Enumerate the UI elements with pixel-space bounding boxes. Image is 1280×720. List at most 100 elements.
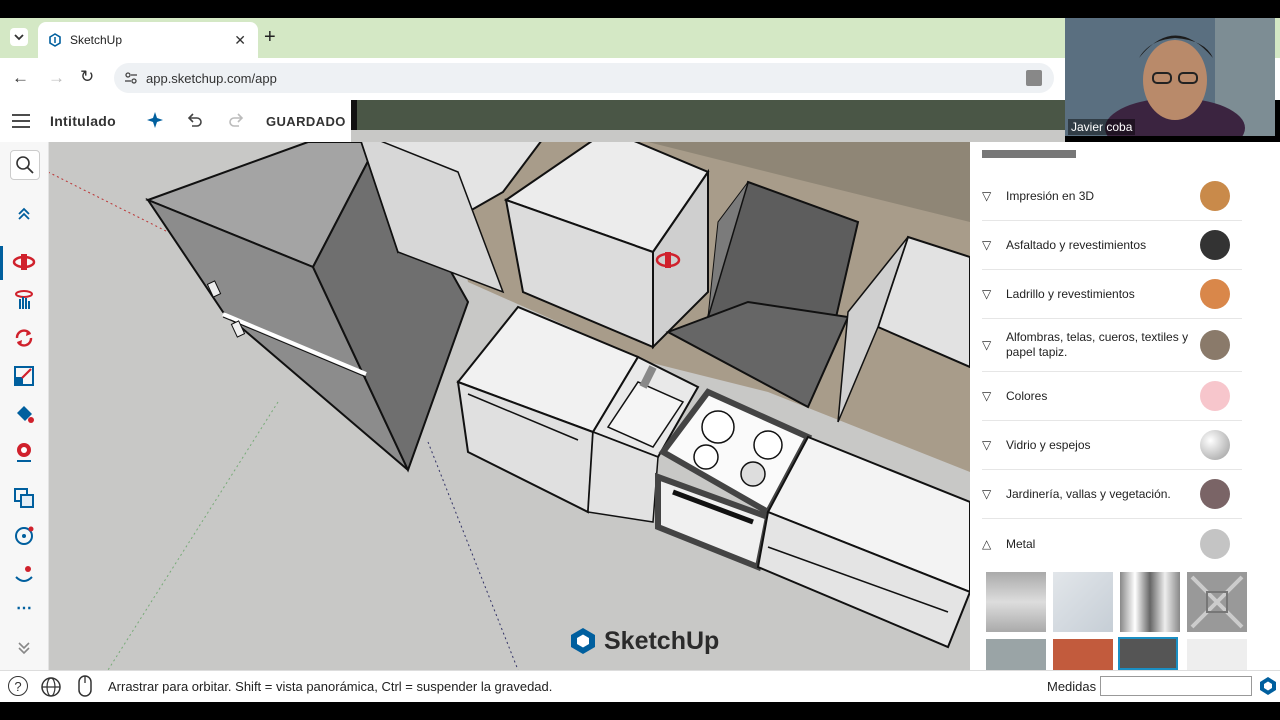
category-label: Asfaltado y revestimientos bbox=[1006, 237, 1147, 252]
sketchup-logo-icon bbox=[571, 628, 595, 654]
chevron-up-icon: △ bbox=[982, 537, 992, 551]
measurements-label: Medidas bbox=[1047, 679, 1097, 694]
search-icon bbox=[16, 156, 34, 174]
close-tab-icon[interactable]: ✕ bbox=[234, 32, 246, 49]
tab-sketchup[interactable]: SketchUp ✕ bbox=[38, 22, 258, 58]
material-category-brick[interactable]: ▽ Ladrillo y revestimientos bbox=[982, 270, 1242, 319]
chevron-down-icon: ▽ bbox=[982, 287, 992, 301]
category-swatch bbox=[1200, 181, 1230, 211]
category-swatch bbox=[1200, 279, 1230, 309]
sketchup-logo-icon bbox=[1258, 676, 1278, 701]
pan-hand-icon bbox=[15, 290, 33, 309]
more-tools-button[interactable]: ⋯ bbox=[10, 594, 38, 622]
status-bar: ? Arrastrar para orbitar. Shift = vista … bbox=[0, 670, 1280, 703]
chevron-up-icon bbox=[18, 207, 30, 220]
collapse-toolbar-button[interactable] bbox=[10, 200, 38, 228]
category-swatch bbox=[1200, 479, 1230, 509]
material-category-asphalt[interactable]: ▽ Asfaltado y revestimientos bbox=[982, 221, 1242, 270]
position-camera-tool-button[interactable] bbox=[10, 438, 38, 466]
paint-bucket-tool-button[interactable] bbox=[10, 400, 38, 428]
expand-toolbar-button[interactable] bbox=[10, 634, 38, 662]
url-text: app.sketchup.com/app bbox=[146, 70, 277, 86]
category-swatch bbox=[1200, 330, 1230, 360]
status-hint: Arrastrar para orbitar. Shift = vista pa… bbox=[108, 679, 553, 694]
chevron-down-icon: ▽ bbox=[982, 487, 992, 501]
components-tool-button[interactable] bbox=[10, 484, 38, 512]
material-thumbnail[interactable] bbox=[1187, 639, 1247, 670]
sparkle-ai-icon[interactable] bbox=[146, 111, 164, 134]
measurements-input[interactable] bbox=[1100, 676, 1252, 696]
material-category-landscaping[interactable]: ▽ Jardinería, vallas y vegetación. bbox=[982, 470, 1242, 519]
reload-icon[interactable]: ↻ bbox=[80, 67, 94, 87]
panel-scroll-tab[interactable] bbox=[982, 150, 1076, 158]
sketchup-favicon-icon bbox=[48, 33, 62, 47]
category-label: Ladrillo y revestimientos bbox=[1006, 286, 1135, 301]
rotate-tool-button[interactable] bbox=[10, 324, 38, 352]
help-icon[interactable]: ? bbox=[8, 676, 28, 696]
tab-search-button[interactable] bbox=[10, 28, 28, 46]
pan-tool-button[interactable] bbox=[10, 286, 38, 314]
omnibox[interactable]: app.sketchup.com/app bbox=[114, 63, 1054, 93]
category-swatch bbox=[1200, 381, 1230, 411]
category-swatch bbox=[1200, 430, 1230, 460]
undo-icon[interactable] bbox=[186, 111, 204, 134]
save-status: GUARDADO bbox=[266, 114, 346, 129]
mouse-icon[interactable] bbox=[77, 675, 93, 702]
category-swatch bbox=[1200, 230, 1230, 260]
category-label: Vidrio y espejos bbox=[1006, 437, 1091, 452]
kitchen-model-scene bbox=[48, 142, 970, 670]
material-category-3d-printing[interactable]: ▽ Impresión en 3D bbox=[982, 172, 1242, 221]
document-title[interactable]: Intitulado bbox=[50, 113, 116, 129]
orbit-icon bbox=[12, 254, 36, 270]
screen-top-border bbox=[0, 0, 1280, 18]
globe-icon[interactable] bbox=[40, 676, 62, 703]
back-icon[interactable]: ← bbox=[12, 68, 29, 88]
tape-measure-icon bbox=[15, 526, 34, 545]
material-thumbnail[interactable] bbox=[1053, 639, 1113, 670]
chevron-down-icon bbox=[14, 34, 24, 41]
left-toolbar: ⋯ bbox=[0, 142, 49, 670]
webcam-overlay: Javier coba bbox=[1065, 18, 1275, 136]
hamburger-menu-icon[interactable] bbox=[12, 114, 30, 133]
site-settings-icon[interactable] bbox=[124, 71, 138, 85]
material-thumbnail[interactable] bbox=[1120, 572, 1180, 632]
rotate-icon bbox=[15, 329, 33, 347]
category-label: Metal bbox=[1006, 536, 1036, 551]
screen-bottom-border bbox=[0, 702, 1280, 720]
material-thumbnail[interactable] bbox=[986, 639, 1046, 670]
scale-icon bbox=[14, 366, 34, 386]
chevron-down-icon: ▽ bbox=[982, 438, 992, 452]
watermark-text: SketchUp bbox=[604, 626, 720, 655]
app-header: Intitulado GUARDADO bbox=[0, 100, 351, 143]
category-label: Alfombras, telas, cueros, textiles y pap… bbox=[1006, 330, 1189, 359]
walk-tool-button[interactable] bbox=[10, 560, 38, 588]
new-tab-button[interactable]: + bbox=[264, 26, 276, 49]
scale-tool-button[interactable] bbox=[10, 362, 38, 390]
participant-name: Javier coba bbox=[1068, 119, 1136, 135]
material-category-glass[interactable]: ▽ Vidrio y espejos bbox=[982, 421, 1242, 470]
walk-icon bbox=[15, 566, 33, 582]
materials-panel: ▽ Impresión en 3D ▽ Asfaltado y revestim… bbox=[970, 142, 1280, 670]
sketchup-watermark: SketchUp bbox=[568, 626, 719, 656]
material-thumbnail-selected[interactable] bbox=[1118, 637, 1178, 670]
chevron-down-icon: ▽ bbox=[982, 238, 992, 252]
material-category-carpet[interactable]: ▽ Alfombras, telas, cueros, textiles y p… bbox=[982, 319, 1242, 372]
model-viewport[interactable]: SketchUp bbox=[48, 142, 970, 670]
material-category-metal[interactable]: △ Metal bbox=[982, 520, 1242, 568]
translate-icon[interactable] bbox=[1026, 70, 1042, 86]
category-label: Colores bbox=[1006, 388, 1048, 403]
category-label: Impresión en 3D bbox=[1006, 188, 1095, 203]
category-label: Jardinería, vallas y vegetación. bbox=[1006, 486, 1171, 501]
material-thumbnail[interactable] bbox=[1187, 572, 1247, 632]
search-tool-button[interactable] bbox=[10, 150, 40, 180]
tape-measure-tool-button[interactable] bbox=[10, 522, 38, 550]
category-swatch bbox=[1200, 529, 1230, 559]
material-thumbnail[interactable] bbox=[1053, 572, 1113, 632]
viewport-top-strip bbox=[351, 130, 1065, 142]
material-thumbnail[interactable] bbox=[986, 572, 1046, 632]
material-category-colors[interactable]: ▽ Colores bbox=[982, 372, 1242, 421]
orbit-tool-button[interactable] bbox=[10, 248, 38, 276]
redo-icon[interactable] bbox=[227, 111, 245, 134]
forward-icon[interactable]: → bbox=[48, 68, 65, 88]
active-tool-indicator bbox=[0, 246, 3, 280]
